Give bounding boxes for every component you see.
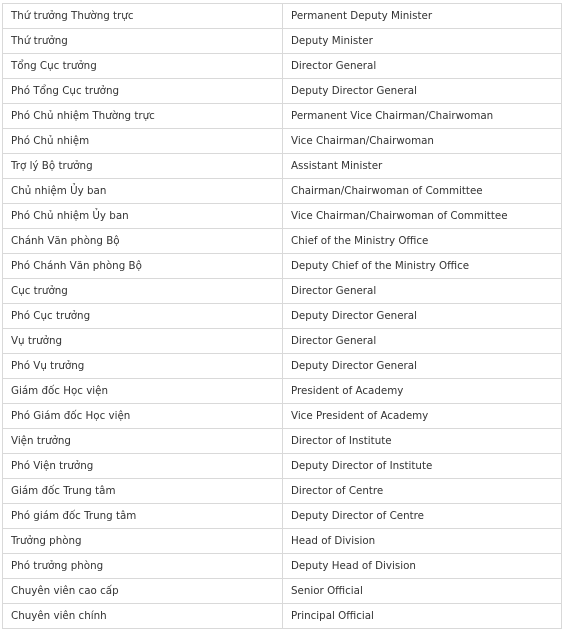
table-row: Viện trưởng Director of Institute	[2, 428, 562, 454]
english-title-cell: Director of Centre	[282, 478, 562, 504]
table-row: Trưởng phòng Head of Division	[2, 528, 562, 554]
english-title-cell: Principal Official	[282, 603, 562, 629]
table-row: Phó Vụ trưởng Deputy Director General	[2, 353, 562, 379]
english-title-cell: Chief of the Ministry Office	[282, 228, 562, 254]
vietnamese-title-cell: Phó trưởng phòng	[2, 553, 283, 579]
english-title-cell: Deputy Director of Centre	[282, 503, 562, 529]
table-row: Phó Tổng Cục trưởng Deputy Director Gener…	[2, 78, 562, 104]
english-title-cell: Deputy Director of Institute	[282, 453, 562, 479]
english-title-cell: Deputy Director General	[282, 303, 562, 329]
english-title-cell: Deputy Head of Division	[282, 553, 562, 579]
english-title-cell: Senior Official	[282, 578, 562, 604]
vietnamese-title-cell: Phó Tổng Cục trưởng	[2, 78, 283, 104]
english-title-cell: Director of Institute	[282, 428, 562, 454]
vietnamese-title-cell: Phó Vụ trưởng	[2, 353, 283, 379]
english-title-cell: Vice Chairman/Chairwoman of Committee	[282, 203, 562, 229]
table-row: Cục trưởng Director General	[2, 278, 562, 304]
table-row: Vụ trưởng Director General	[2, 328, 562, 354]
english-title-cell: Assistant Minister	[282, 153, 562, 179]
table-row: Phó Cục trưởng Deputy Director General	[2, 303, 562, 329]
vietnamese-title-cell: Phó Chủ nhiệm	[2, 128, 283, 154]
vietnamese-title-cell: Thứ trưởng Thường trực	[2, 3, 283, 29]
vietnamese-title-cell: Thứ trưởng	[2, 28, 283, 54]
table-row: Chuyên viên chính Principal Official	[2, 603, 562, 629]
vietnamese-title-cell: Trợ lý Bộ trưởng	[2, 153, 283, 179]
table-row: Phó Chủ nhiệm Ủy ban Vice Chairman/Chairw…	[2, 203, 562, 229]
table-row: Phó trưởng phòng Deputy Head of Division	[2, 553, 562, 579]
english-title-cell: Deputy Director General	[282, 78, 562, 104]
vietnamese-title-cell: Giám đốc Trung tâm	[2, 478, 283, 504]
vietnamese-title-cell: Chánh Văn phòng Bộ	[2, 228, 283, 254]
vietnamese-title-cell: Cục trưởng	[2, 278, 283, 304]
english-title-cell: Vice President of Academy	[282, 403, 562, 429]
english-title-cell: Deputy Director General	[282, 353, 562, 379]
vietnamese-title-cell: Phó Chủ nhiệm Thường trực	[2, 103, 283, 129]
table-row: Phó Viện trưởng Deputy Director of Instit…	[2, 453, 562, 479]
vietnamese-title-cell: Viện trưởng	[2, 428, 283, 454]
english-title-cell: Head of Division	[282, 528, 562, 554]
english-title-cell: Deputy Chief of the Ministry Office	[282, 253, 562, 279]
table-row: Chủ nhiệm Ủy ban Chairman/Chairwoman of C…	[2, 178, 562, 204]
table-row: Thứ trưởng Deputy Minister	[2, 28, 562, 54]
vietnamese-title-cell: Phó Cục trưởng	[2, 303, 283, 329]
english-title-cell: President of Academy	[282, 378, 562, 404]
vietnamese-title-cell: Trưởng phòng	[2, 528, 283, 554]
vietnamese-title-cell: Phó giám đốc Trung tâm	[2, 503, 283, 529]
table-row: Phó Chánh Văn phòng Bộ Deputy Chief of th…	[2, 253, 562, 279]
vietnamese-title-cell: Giám đốc Học viện	[2, 378, 283, 404]
english-title-cell: Vice Chairman/Chairwoman	[282, 128, 562, 154]
table-row: Phó giám đốc Trung tâm Deputy Director of…	[2, 503, 562, 529]
table-row: Chuyên viên cao cấp Senior Official	[2, 578, 562, 604]
vietnamese-title-cell: Phó Viện trưởng	[2, 453, 283, 479]
english-title-cell: Director General	[282, 278, 562, 304]
title-translation-table: Thứ trưởng Thường trực Permanent Deputy M…	[2, 3, 562, 629]
table-row: Phó Chủ nhiệm Vice Chairman/Chairwoman	[2, 128, 562, 154]
table-row: Giám đốc Học viện President of Academy	[2, 378, 562, 404]
vietnamese-title-cell: Phó Giám đốc Học viện	[2, 403, 283, 429]
english-title-cell: Director General	[282, 53, 562, 79]
vietnamese-title-cell: Chuyên viên cao cấp	[2, 578, 283, 604]
table-row: Phó Chủ nhiệm Thường trực Permanent Vice …	[2, 103, 562, 129]
table-row: Trợ lý Bộ trưởng Assistant Minister	[2, 153, 562, 179]
vietnamese-title-cell: Chuyên viên chính	[2, 603, 283, 629]
table-row: Thứ trưởng Thường trực Permanent Deputy M…	[2, 3, 562, 29]
table-row: Chánh Văn phòng Bộ Chief of the Ministry …	[2, 228, 562, 254]
english-title-cell: Permanent Vice Chairman/Chairwoman	[282, 103, 562, 129]
table-row: Tổng Cục trưởng Director General	[2, 53, 562, 79]
table-row: Phó Giám đốc Học viện Vice President of A…	[2, 403, 562, 429]
english-title-cell: Director General	[282, 328, 562, 354]
vietnamese-title-cell: Phó Chủ nhiệm Ủy ban	[2, 203, 283, 229]
vietnamese-title-cell: Chủ nhiệm Ủy ban	[2, 178, 283, 204]
english-title-cell: Permanent Deputy Minister	[282, 3, 562, 29]
vietnamese-title-cell: Tổng Cục trưởng	[2, 53, 283, 79]
vietnamese-title-cell: Phó Chánh Văn phòng Bộ	[2, 253, 283, 279]
table-row: Giám đốc Trung tâm Director of Centre	[2, 478, 562, 504]
english-title-cell: Chairman/Chairwoman of Committee	[282, 178, 562, 204]
english-title-cell: Deputy Minister	[282, 28, 562, 54]
vietnamese-title-cell: Vụ trưởng	[2, 328, 283, 354]
